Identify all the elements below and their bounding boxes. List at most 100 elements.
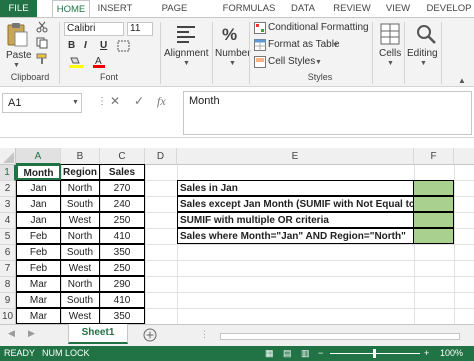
collapse-ribbon-icon[interactable]: ▲ xyxy=(458,76,466,85)
cell-c1[interactable]: Sales xyxy=(99,164,145,180)
table-cell[interactable]: Jan xyxy=(16,212,61,228)
column-header-b[interactable]: B xyxy=(61,148,100,165)
number-button-label[interactable]: Number xyxy=(215,48,251,59)
table-cell[interactable]: South xyxy=(60,196,100,212)
criteria-result[interactable] xyxy=(413,212,454,228)
row-header[interactable]: 10 xyxy=(0,309,16,325)
table-cell[interactable]: Feb xyxy=(16,228,61,244)
cell-styles-button[interactable]: Cell Styles xyxy=(268,56,315,67)
underline-button[interactable]: U xyxy=(100,40,107,51)
column-header-d[interactable]: D xyxy=(145,148,177,165)
table-cell[interactable]: West xyxy=(60,308,100,324)
formula-input[interactable]: Month xyxy=(183,91,472,135)
chevron-down-icon[interactable]: ▼ xyxy=(387,60,394,67)
table-cell[interactable]: 290 xyxy=(99,276,145,292)
row-header[interactable]: 1 xyxy=(0,165,16,181)
cell-a1[interactable]: Month xyxy=(16,164,61,180)
normal-view-icon[interactable]: ▦ xyxy=(265,346,274,361)
tab-home[interactable]: HOME xyxy=(52,0,90,18)
sheet-tab-sheet1[interactable]: Sheet1 xyxy=(68,324,128,344)
font-color-icon[interactable]: A xyxy=(92,55,106,68)
cut-icon[interactable] xyxy=(36,21,48,33)
font-name-box[interactable]: Calibri xyxy=(64,22,124,36)
format-as-table-button[interactable]: Format as Table xyxy=(268,39,340,50)
chevron-down-icon[interactable]: ▼ xyxy=(72,99,79,106)
chevron-down-icon[interactable]: ▼ xyxy=(183,60,190,67)
cell-b1[interactable]: Region xyxy=(60,164,100,180)
column-header-e[interactable]: E xyxy=(177,148,414,165)
cells-button-label[interactable]: Cells xyxy=(379,48,401,59)
tab-review[interactable]: REVIEW xyxy=(330,0,374,17)
column-header-c[interactable]: C xyxy=(100,148,145,165)
table-cell[interactable]: Mar xyxy=(16,308,61,324)
table-cell[interactable]: 410 xyxy=(99,292,145,308)
table-cell[interactable]: South xyxy=(60,244,100,260)
paste-icon[interactable] xyxy=(6,22,28,48)
tab-developer[interactable]: DEVELOP xyxy=(424,0,474,17)
enter-icon[interactable]: ✓ xyxy=(134,94,144,108)
italic-button[interactable]: I xyxy=(84,40,87,51)
add-sheet-icon[interactable] xyxy=(143,328,157,342)
table-cell[interactable]: 350 xyxy=(99,244,145,260)
row-header[interactable]: 7 xyxy=(0,261,16,277)
select-all-button[interactable] xyxy=(0,148,16,165)
row-header[interactable]: 4 xyxy=(0,213,16,229)
tab-view[interactable]: VIEW xyxy=(382,0,414,17)
table-cell[interactable]: Mar xyxy=(16,276,61,292)
criteria-label[interactable]: Sales in Jan xyxy=(177,180,414,196)
criteria-result[interactable] xyxy=(413,196,454,212)
table-cell[interactable]: 250 xyxy=(99,260,145,276)
column-header-f[interactable]: F xyxy=(414,148,454,165)
fill-color-icon[interactable] xyxy=(68,56,84,68)
insert-function-icon[interactable]: fx xyxy=(157,94,166,109)
row-header[interactable]: 5 xyxy=(0,229,16,245)
bold-button[interactable]: B xyxy=(68,40,75,51)
alignment-button-label[interactable]: Alignment xyxy=(164,48,208,59)
table-cell[interactable]: Feb xyxy=(16,244,61,260)
criteria-result[interactable] xyxy=(413,228,454,244)
table-cell[interactable]: North xyxy=(60,228,100,244)
criteria-label[interactable]: Sales where Month="Jan" AND Region="Nort… xyxy=(177,228,414,244)
table-cell[interactable]: Jan xyxy=(16,180,61,196)
column-header-a[interactable]: A xyxy=(16,148,61,165)
format-painter-icon[interactable] xyxy=(36,53,48,65)
table-cell[interactable]: 350 xyxy=(99,308,145,324)
tab-file[interactable]: FILE xyxy=(0,0,37,17)
row-header[interactable]: 3 xyxy=(0,197,16,213)
tab-insert[interactable]: INSERT xyxy=(95,0,135,17)
table-cell[interactable]: 250 xyxy=(99,212,145,228)
horizontal-scrollbar[interactable] xyxy=(220,333,460,340)
chevron-down-icon[interactable]: ▼ xyxy=(420,60,427,67)
tab-page-layout[interactable]: PAGE LAYOUT xyxy=(143,0,206,31)
paste-button-label[interactable]: Paste xyxy=(6,50,32,61)
scroll-left-icon[interactable]: ◀ xyxy=(8,328,15,339)
table-cell[interactable]: 270 xyxy=(99,180,145,196)
borders-icon[interactable] xyxy=(117,40,131,52)
chevron-down-icon[interactable]: ▼ xyxy=(332,42,339,49)
zoom-level[interactable]: 100% xyxy=(440,346,463,361)
tab-formulas[interactable]: FORMULAS xyxy=(222,0,276,17)
table-cell[interactable]: Feb xyxy=(16,260,61,276)
editing-button-label[interactable]: Editing xyxy=(407,48,438,59)
row-header[interactable]: 8 xyxy=(0,277,16,293)
criteria-result[interactable] xyxy=(413,180,454,196)
table-cell[interactable]: 410 xyxy=(99,228,145,244)
column-header-g[interactable] xyxy=(454,148,474,165)
table-cell[interactable]: North xyxy=(60,180,100,196)
table-cell[interactable]: Mar xyxy=(16,292,61,308)
conditional-formatting-icon[interactable] xyxy=(254,22,266,34)
chevron-down-icon[interactable]: ▼ xyxy=(315,59,322,66)
cell-styles-icon[interactable] xyxy=(254,56,266,68)
number-format-icon[interactable]: % xyxy=(221,23,243,45)
chevron-down-icon[interactable]: ▼ xyxy=(229,60,236,67)
table-cell[interactable]: South xyxy=(60,292,100,308)
scroll-right-icon[interactable]: ▶ xyxy=(28,328,35,339)
name-box[interactable]: A1 xyxy=(2,93,82,113)
page-layout-view-icon[interactable]: ▤ xyxy=(283,346,292,361)
editing-icon[interactable] xyxy=(415,23,437,45)
alignment-icon[interactable] xyxy=(175,23,197,45)
table-cell[interactable]: West xyxy=(60,260,100,276)
zoom-slider-thumb[interactable] xyxy=(373,349,376,358)
font-size-box[interactable]: 11 xyxy=(127,22,153,36)
table-cell[interactable]: 240 xyxy=(99,196,145,212)
